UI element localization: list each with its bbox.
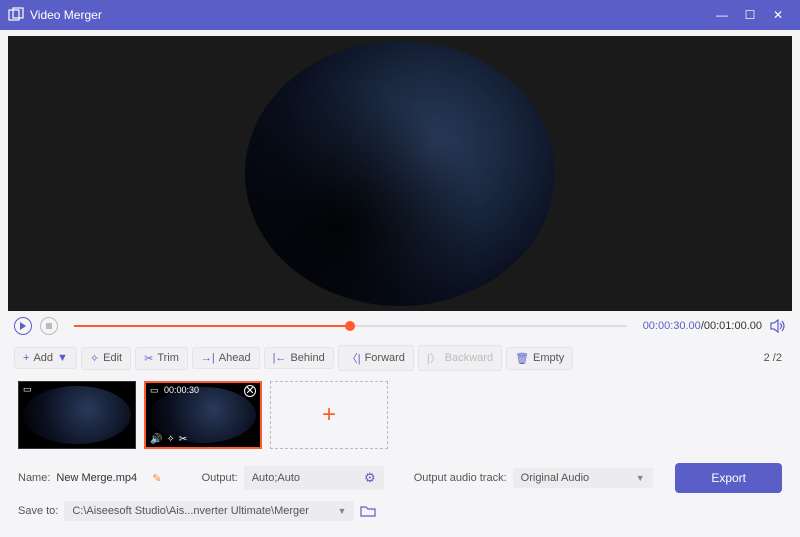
clip-time: 00:00:30 bbox=[164, 385, 199, 395]
save-label: Save to: bbox=[18, 505, 58, 517]
playback-controls: 00:00:30.00/00:01:00.00 bbox=[0, 311, 800, 341]
export-button[interactable]: Export bbox=[675, 463, 782, 493]
trash-icon: 🗑 bbox=[515, 352, 529, 365]
wand-icon: ✧ bbox=[90, 352, 99, 365]
clip-item[interactable]: ▭ bbox=[18, 381, 136, 449]
minimize-button[interactable]: — bbox=[708, 8, 736, 22]
film-icon: ▭ bbox=[23, 384, 32, 395]
volume-button[interactable] bbox=[770, 319, 786, 333]
ahead-button[interactable]: →|Ahead bbox=[192, 347, 260, 369]
chevron-down-icon: ▼ bbox=[636, 473, 645, 483]
clip-list: ▭ ▭ 00:00:30 ✕ 🔊 ✧ ✂ + bbox=[0, 375, 800, 455]
video-preview bbox=[8, 36, 792, 311]
behind-button[interactable]: |←Behind bbox=[264, 347, 334, 369]
progress-bar[interactable] bbox=[74, 325, 627, 327]
window-title: Video Merger bbox=[30, 8, 708, 22]
wand-icon[interactable]: ✧ bbox=[166, 434, 174, 445]
plus-icon: + bbox=[23, 352, 29, 364]
chevron-down-icon: ▼ bbox=[57, 352, 68, 364]
footer: Name: ✎ Output: Auto;Auto ⚙ Output audio… bbox=[0, 455, 800, 537]
name-input[interactable] bbox=[56, 472, 146, 484]
edit-button[interactable]: ✧Edit bbox=[81, 347, 131, 370]
behind-icon: |← bbox=[273, 352, 287, 364]
save-field: Save to: C:\Aiseesoft Studio\Ais...nvert… bbox=[18, 501, 376, 521]
stop-button[interactable] bbox=[40, 317, 58, 335]
close-button[interactable]: ✕ bbox=[764, 8, 792, 22]
total-time: 00:01:00.00 bbox=[704, 320, 762, 332]
add-clip-button[interactable]: + bbox=[270, 381, 388, 449]
audio-label: Output audio track: bbox=[414, 472, 507, 484]
scissors-icon[interactable]: ✂ bbox=[179, 434, 187, 445]
audio-field: Output audio track: Original Audio ▼ bbox=[414, 468, 653, 488]
preview-frame bbox=[245, 41, 555, 306]
add-button[interactable]: +Add▼ bbox=[14, 347, 77, 369]
toolbar: +Add▼ ✧Edit ✂Trim →|Ahead |←Behind 〈|For… bbox=[0, 341, 800, 375]
clip-remove-button[interactable]: ✕ bbox=[244, 385, 256, 397]
progress-thumb[interactable] bbox=[345, 321, 355, 331]
clip-item[interactable]: ▭ 00:00:30 ✕ 🔊 ✧ ✂ bbox=[144, 381, 262, 449]
maximize-button[interactable]: ☐ bbox=[736, 8, 764, 22]
trim-button[interactable]: ✂Trim bbox=[135, 347, 188, 370]
name-field: Name: ✎ bbox=[18, 472, 162, 485]
ahead-icon: →| bbox=[201, 352, 215, 364]
chevron-down-icon: ▼ bbox=[337, 506, 346, 516]
gear-icon[interactable]: ⚙ bbox=[364, 470, 376, 486]
current-time: 00:00:30.00 bbox=[643, 320, 701, 332]
backward-icon: |〉 bbox=[427, 350, 441, 366]
edit-name-button[interactable]: ✎ bbox=[152, 472, 161, 485]
open-folder-button[interactable] bbox=[360, 505, 376, 517]
empty-button[interactable]: 🗑Empty bbox=[506, 347, 573, 370]
time-display: 00:00:30.00/00:01:00.00 bbox=[643, 320, 762, 332]
forward-icon: 〈| bbox=[347, 350, 361, 366]
progress-fill bbox=[74, 325, 350, 327]
volume-icon[interactable]: 🔊 bbox=[150, 434, 162, 445]
audio-select[interactable]: Original Audio ▼ bbox=[513, 468, 653, 488]
output-select[interactable]: Auto;Auto ⚙ bbox=[244, 466, 384, 490]
output-field: Output: Auto;Auto ⚙ bbox=[202, 466, 384, 490]
clip-counter: 2 /2 bbox=[764, 352, 786, 364]
titlebar: Video Merger — ☐ ✕ bbox=[0, 0, 800, 30]
backward-button[interactable]: |〉Backward bbox=[418, 345, 502, 371]
save-select[interactable]: C:\Aiseesoft Studio\Ais...nverter Ultima… bbox=[64, 501, 354, 521]
play-button[interactable] bbox=[14, 317, 32, 335]
scissors-icon: ✂ bbox=[144, 352, 153, 365]
forward-button[interactable]: 〈|Forward bbox=[338, 345, 414, 371]
name-label: Name: bbox=[18, 472, 50, 484]
app-icon bbox=[8, 7, 24, 23]
film-icon: ▭ bbox=[150, 385, 159, 396]
output-label: Output: bbox=[202, 472, 238, 484]
